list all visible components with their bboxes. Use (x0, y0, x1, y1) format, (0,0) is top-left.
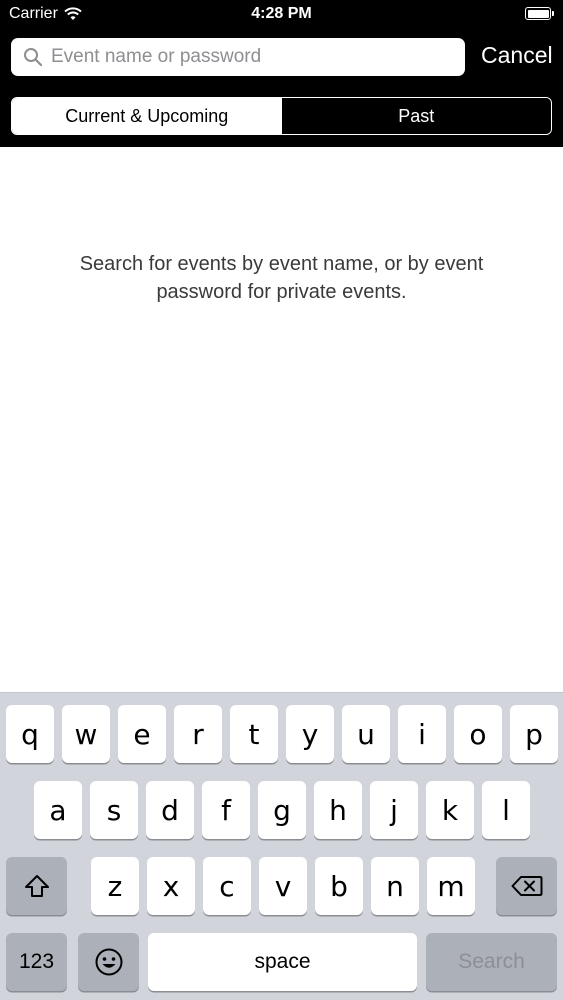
key-g[interactable]: g (258, 781, 306, 839)
key-e[interactable]: e (118, 705, 166, 763)
delete-backspace-icon (511, 876, 542, 896)
key-o[interactable]: o (454, 705, 502, 763)
segment-current-upcoming[interactable]: Current & Upcoming (12, 98, 282, 134)
key-r[interactable]: r (174, 705, 222, 763)
status-time: 4:28 PM (251, 5, 312, 22)
key-h[interactable]: h (314, 781, 362, 839)
key-b[interactable]: b (315, 857, 363, 915)
search-key[interactable]: Search (426, 933, 557, 991)
numbers-key[interactable]: 123 (6, 933, 67, 991)
segmented-control: Current & Upcoming Past (11, 97, 552, 135)
emoji-smiley-icon (95, 948, 122, 976)
key-s[interactable]: s (90, 781, 138, 839)
key-d[interactable]: d (146, 781, 194, 839)
key-t[interactable]: t (230, 705, 278, 763)
key-z[interactable]: z (91, 857, 139, 915)
event-search-screen: Carrier 4:28 PM Cancel Current & Upcomin… (0, 0, 563, 1000)
key-i[interactable]: i (398, 705, 446, 763)
battery-full-icon (525, 7, 554, 20)
space-key[interactable]: space (148, 933, 417, 991)
status-bar: Carrier 4:28 PM (0, 0, 563, 30)
shift-arrow-icon (24, 875, 49, 897)
keyboard: q w e r t y u i o p a s d f g h j k l z … (0, 692, 563, 1000)
key-a[interactable]: a (34, 781, 82, 839)
key-w[interactable]: w (62, 705, 110, 763)
delete-key[interactable] (496, 857, 557, 915)
shift-key[interactable] (6, 857, 67, 915)
key-j[interactable]: j (370, 781, 418, 839)
key-u[interactable]: u (342, 705, 390, 763)
key-l[interactable]: l (482, 781, 530, 839)
key-v[interactable]: v (259, 857, 307, 915)
key-x[interactable]: x (147, 857, 195, 915)
key-y[interactable]: y (286, 705, 334, 763)
key-k[interactable]: k (426, 781, 474, 839)
search-input[interactable] (51, 38, 451, 76)
key-m[interactable]: m (427, 857, 475, 915)
cancel-button[interactable]: Cancel (481, 42, 553, 69)
key-n[interactable]: n (371, 857, 419, 915)
magnifier-icon (24, 48, 43, 67)
search-hint: Search for events by event name, or by e… (79, 253, 484, 303)
emoji-key[interactable] (78, 933, 139, 991)
segment-past[interactable]: Past (281, 98, 551, 134)
key-c[interactable]: c (203, 857, 251, 915)
search-field[interactable] (11, 38, 465, 76)
key-p[interactable]: p (510, 705, 558, 763)
key-f[interactable]: f (202, 781, 250, 839)
header: Carrier 4:28 PM Cancel Current & Upcomin… (0, 0, 563, 147)
key-q[interactable]: q (6, 705, 54, 763)
